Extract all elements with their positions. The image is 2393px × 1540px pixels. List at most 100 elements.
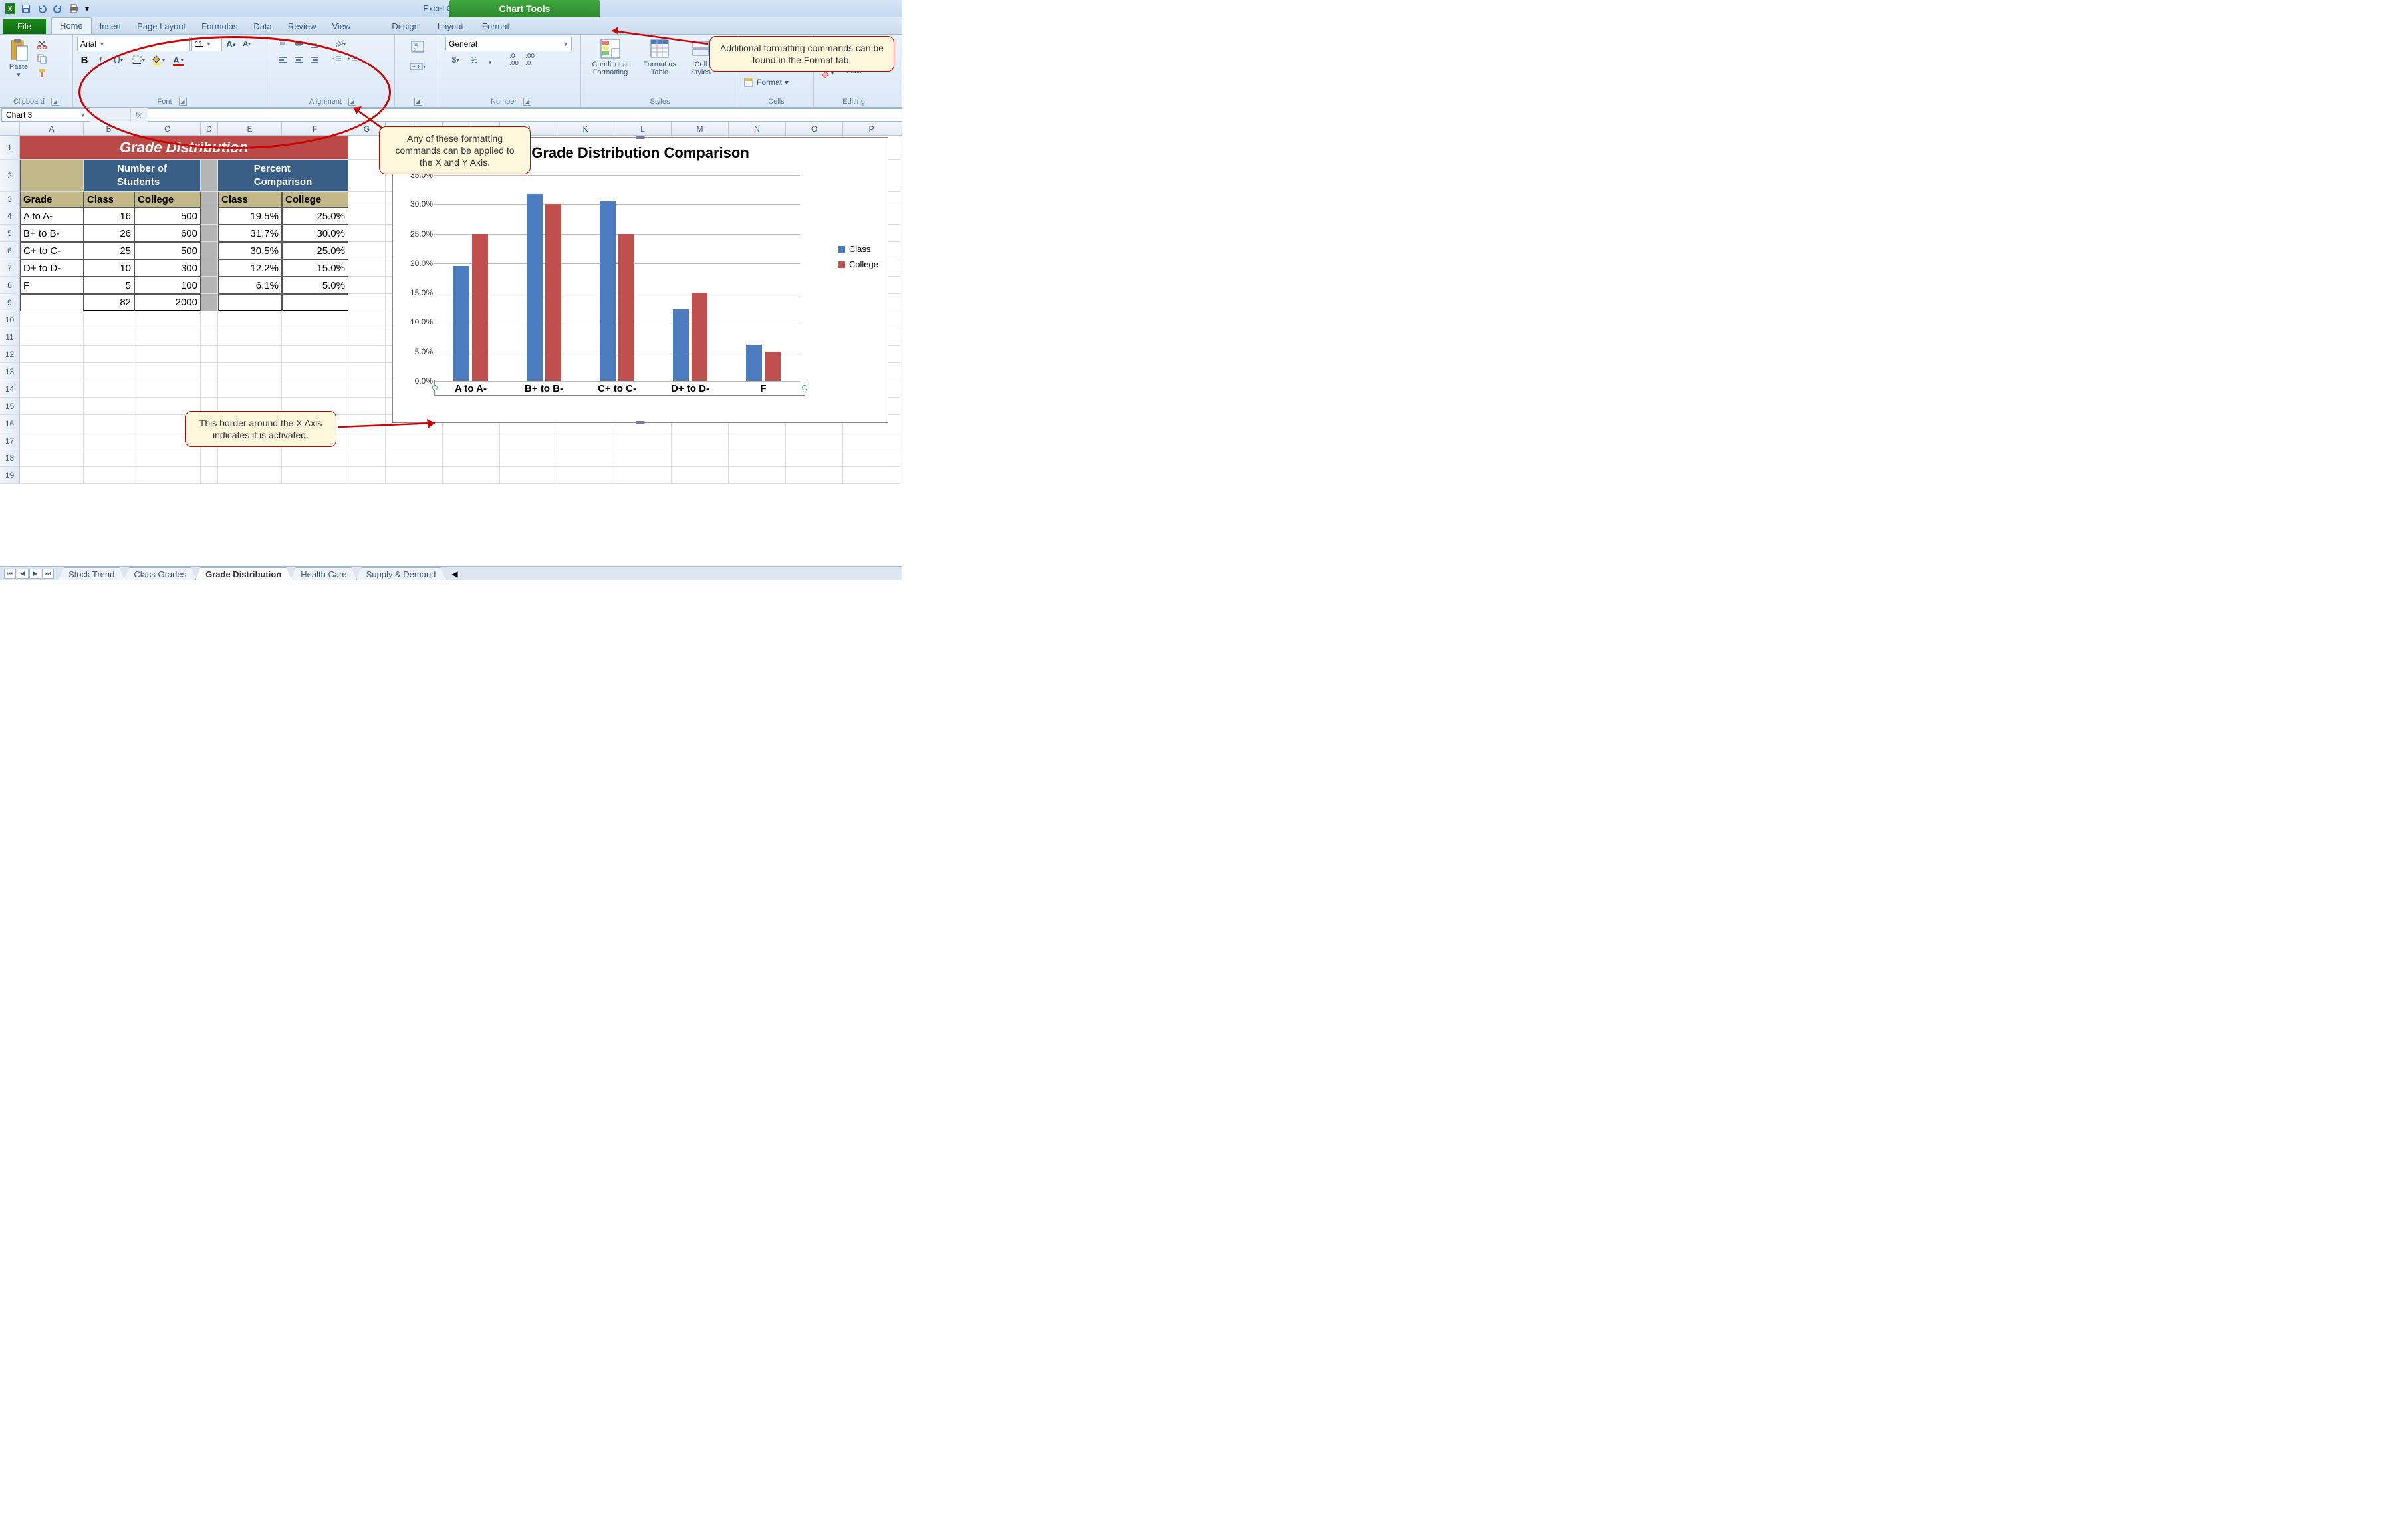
cell[interactable]: [84, 346, 134, 363]
row-header[interactable]: 15: [0, 398, 20, 415]
cell[interactable]: 500: [134, 242, 201, 259]
cell[interactable]: [443, 449, 500, 467]
cell[interactable]: 25: [84, 242, 134, 259]
x-axis-label[interactable]: C+ to C-: [598, 383, 636, 394]
cell[interactable]: [134, 449, 201, 467]
accounting-format-icon[interactable]: $ ▾: [445, 53, 465, 67]
align-left-icon[interactable]: [275, 53, 290, 67]
wrap-text-icon[interactable]: abc: [399, 37, 436, 57]
scroll-indicator-icon[interactable]: ◀: [451, 569, 463, 578]
cell[interactable]: [282, 346, 348, 363]
cell[interactable]: [84, 363, 134, 380]
cell[interactable]: Class: [84, 192, 134, 207]
row-header[interactable]: 3: [0, 192, 20, 207]
merge-center-icon[interactable]: ▾: [399, 57, 436, 76]
cell[interactable]: [201, 277, 218, 294]
cell[interactable]: [20, 415, 84, 432]
cell[interactable]: [786, 432, 843, 449]
tab-formulas[interactable]: Formulas: [193, 19, 245, 34]
clipboard-dialog-launcher[interactable]: ◢: [51, 98, 59, 106]
cell[interactable]: [84, 449, 134, 467]
x-axis-label[interactable]: B+ to B-: [525, 383, 563, 394]
fx-icon[interactable]: fx: [130, 108, 146, 122]
cell[interactable]: [84, 415, 134, 432]
cell[interactable]: [20, 467, 84, 484]
cell[interactable]: PercentComparison: [218, 160, 348, 192]
row-header[interactable]: 13: [0, 363, 20, 380]
cell[interactable]: [348, 328, 386, 346]
chart-bar[interactable]: [527, 194, 543, 381]
cell[interactable]: [557, 449, 614, 467]
cell[interactable]: [84, 380, 134, 398]
chart-bar[interactable]: [472, 234, 488, 381]
column-header[interactable]: M: [672, 122, 729, 135]
underline-button[interactable]: U ▾: [109, 53, 128, 67]
cell[interactable]: [201, 380, 218, 398]
cell[interactable]: [201, 192, 218, 207]
tab-layout[interactable]: Layout: [428, 19, 473, 34]
cell[interactable]: [201, 259, 218, 277]
cell[interactable]: [348, 259, 386, 277]
cell[interactable]: [672, 467, 729, 484]
sheet-nav-first-icon[interactable]: ⏮: [4, 569, 16, 579]
cell[interactable]: [201, 311, 218, 328]
cell[interactable]: Number ofStudents: [84, 160, 201, 192]
cell[interactable]: [557, 432, 614, 449]
tab-page-layout[interactable]: Page Layout: [129, 19, 193, 34]
italic-button[interactable]: I: [93, 53, 108, 67]
cell[interactable]: 16: [84, 207, 134, 225]
cell[interactable]: [20, 380, 84, 398]
qat-customize-icon[interactable]: ▾: [82, 2, 92, 15]
comma-format-icon[interactable]: ,: [483, 53, 497, 67]
sheet-tab[interactable]: Stock Trend: [59, 567, 124, 580]
cell[interactable]: [218, 311, 282, 328]
alignment-dialog-launcher-2[interactable]: ◢: [414, 98, 422, 106]
row-header[interactable]: 12: [0, 346, 20, 363]
cell[interactable]: [443, 467, 500, 484]
row-header[interactable]: 4: [0, 207, 20, 225]
column-header[interactable]: F: [282, 122, 348, 135]
cell[interactable]: [348, 467, 386, 484]
cell[interactable]: [348, 432, 386, 449]
font-dialog-launcher[interactable]: ◢: [179, 98, 187, 106]
cell[interactable]: 30.5%: [218, 242, 282, 259]
cell[interactable]: [843, 467, 900, 484]
cell[interactable]: [386, 432, 443, 449]
sheet-tab[interactable]: Grade Distribution: [195, 567, 291, 580]
cell[interactable]: [20, 398, 84, 415]
cell[interactable]: [348, 294, 386, 311]
cell[interactable]: [20, 311, 84, 328]
cell[interactable]: A to A-: [20, 207, 84, 225]
cell[interactable]: [282, 328, 348, 346]
chart-bar[interactable]: [600, 201, 616, 381]
font-size-combo[interactable]: 11▼: [191, 37, 222, 51]
align-middle-icon[interactable]: [291, 37, 306, 51]
cell[interactable]: [134, 380, 201, 398]
cell[interactable]: [786, 449, 843, 467]
cell[interactable]: [282, 363, 348, 380]
x-axis-label[interactable]: A to A-: [455, 383, 487, 394]
cell[interactable]: [672, 449, 729, 467]
increase-indent-icon[interactable]: [346, 53, 360, 67]
cell[interactable]: F: [20, 277, 84, 294]
cell[interactable]: [84, 432, 134, 449]
increase-decimal-icon[interactable]: .0.00: [507, 53, 521, 67]
cell[interactable]: 10: [84, 259, 134, 277]
row-header[interactable]: 18: [0, 449, 20, 467]
cell[interactable]: [201, 346, 218, 363]
cell[interactable]: [348, 449, 386, 467]
cell[interactable]: [218, 294, 282, 311]
fill-color-icon[interactable]: ▾: [149, 53, 168, 67]
sheet-nav-prev-icon[interactable]: ◀: [17, 569, 29, 579]
tab-review[interactable]: Review: [280, 19, 324, 34]
cell[interactable]: [201, 160, 218, 192]
align-center-icon[interactable]: [291, 53, 306, 67]
number-format-combo[interactable]: General▼: [445, 37, 572, 51]
cell[interactable]: 12.2%: [218, 259, 282, 277]
cell[interactable]: [614, 467, 672, 484]
cell[interactable]: [134, 311, 201, 328]
cell[interactable]: [20, 346, 84, 363]
cell[interactable]: 100: [134, 277, 201, 294]
column-header[interactable]: K: [557, 122, 614, 135]
cell[interactable]: D+ to D-: [20, 259, 84, 277]
